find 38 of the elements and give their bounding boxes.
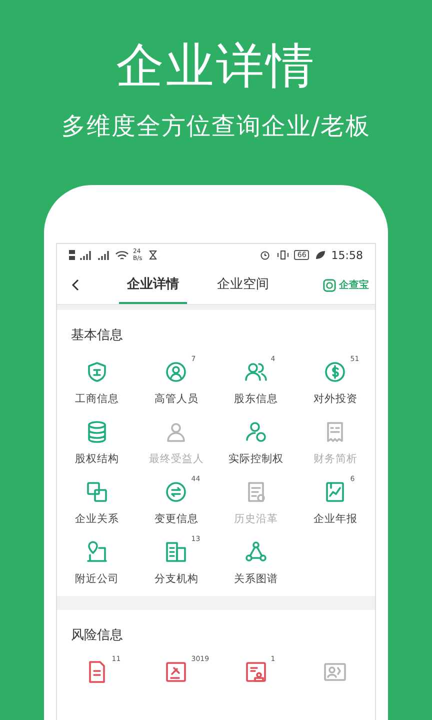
leaf-icon [313, 250, 328, 260]
person-badge-icon[interactable] [244, 420, 268, 444]
feature-label[interactable]: 变更信息 [154, 512, 198, 526]
graph-icon[interactable] [244, 540, 268, 564]
feature-label[interactable]: 分支机构 [154, 572, 198, 586]
feature-label[interactable]: 对外投资 [313, 392, 358, 406]
promo-title: 企业详情 [116, 37, 316, 96]
feature-label[interactable]: 关系图谱 [234, 572, 278, 586]
feature-label[interactable]: 企业年报 [313, 512, 358, 526]
gavel-icon[interactable] [164, 660, 188, 684]
promo-subtitle: 多维度全方位查询企业/老板 [61, 111, 371, 142]
feature-label[interactable]: 股权结构 [74, 452, 119, 466]
feature-label[interactable]: 企业关系 [74, 512, 119, 526]
feature-label[interactable]: 股东信息 [234, 392, 278, 406]
stamp-icon[interactable] [244, 660, 268, 684]
squares-icon[interactable] [84, 480, 109, 504]
person-icon[interactable] [164, 360, 188, 384]
signal-icon [97, 250, 111, 260]
brand-name: 企查宝 [339, 278, 369, 292]
swap-icon[interactable] [164, 480, 188, 504]
section-title: 基本信息 [71, 327, 123, 344]
alarm-icon [258, 250, 272, 260]
section-title: 风险信息 [71, 627, 123, 644]
feature-label[interactable]: 工商信息 [74, 392, 119, 406]
feature-label[interactable]: 附近公司 [74, 572, 119, 586]
vibrate-icon [276, 250, 290, 260]
signal-icon [79, 250, 93, 260]
dollar-icon[interactable] [323, 360, 348, 384]
logo-icon [323, 278, 336, 292]
feature-label[interactable]: 高管人员 [154, 392, 198, 406]
clock-time: 15:58 [331, 248, 363, 262]
people-icon[interactable] [244, 360, 268, 384]
feature-label[interactable]: 实际控制权 [228, 452, 284, 466]
sim-icon [69, 250, 75, 260]
map-pin-icon[interactable] [84, 540, 109, 564]
building-icon[interactable] [164, 540, 188, 564]
tab[interactable]: 企业空间 [209, 266, 277, 304]
wifi-icon [115, 250, 129, 260]
